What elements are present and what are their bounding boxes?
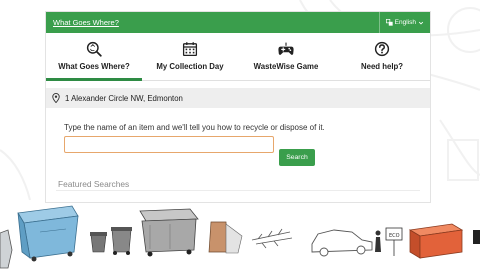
tab-label: WasteWise Game (253, 62, 319, 71)
search-button[interactable]: Search (279, 149, 315, 166)
what-goes-where-link[interactable]: What Goes Where? (53, 18, 119, 27)
divider (56, 190, 420, 191)
waste-items-illustration: ECO (0, 205, 480, 269)
black-bin-icon (473, 230, 480, 244)
branches-icon (251, 228, 293, 249)
tab-need-help[interactable]: Need help? (334, 33, 430, 80)
gamepad-icon (278, 42, 294, 55)
tab-wastewise-game[interactable]: WasteWise Game (238, 33, 334, 80)
tab-what-goes-where[interactable]: What Goes Where? (46, 33, 142, 81)
magnifier-recycle-icon (86, 41, 102, 57)
featured-searches-heading: Featured Searches (58, 179, 130, 189)
car-icon (311, 229, 373, 257)
calendar-icon (182, 42, 198, 57)
search-input[interactable] (64, 136, 274, 153)
eco-sign-icon: ECO (385, 227, 403, 256)
top-bar: What Goes Where? English (46, 12, 430, 33)
paper-bag-icon (208, 221, 243, 254)
tab-label: What Goes Where? (58, 62, 130, 71)
language-selector[interactable]: English (378, 12, 424, 33)
tab-label: Need help? (360, 62, 404, 71)
carts-icon (90, 227, 132, 255)
location-pin-icon (52, 93, 60, 103)
translate-icon (385, 19, 393, 26)
person-icon (375, 230, 381, 252)
waste-widget: What Goes Where? English What Goes Where… (46, 12, 430, 202)
tab-label: My Collection Day (156, 62, 224, 71)
orange-container-icon (408, 223, 464, 259)
language-label: English (394, 19, 416, 26)
question-icon (374, 41, 390, 57)
chevron-down-icon (418, 21, 424, 25)
eco-sign-label: ECO (389, 233, 400, 239)
address-bar[interactable]: 1 Alexander Circle NW, Edmonton (46, 88, 430, 108)
blue-bin-icon (17, 205, 79, 262)
garbage-bag-icon (0, 229, 13, 269)
search-prompt: Type the name of an item and we'll tell … (64, 123, 325, 132)
tab-my-collection-day[interactable]: My Collection Day (142, 33, 238, 80)
tab-bar: What Goes Where? My Collection Day Waste… (46, 33, 430, 81)
address-text: 1 Alexander Circle NW, Edmonton (65, 93, 183, 103)
gray-dumpster-icon (139, 208, 199, 257)
